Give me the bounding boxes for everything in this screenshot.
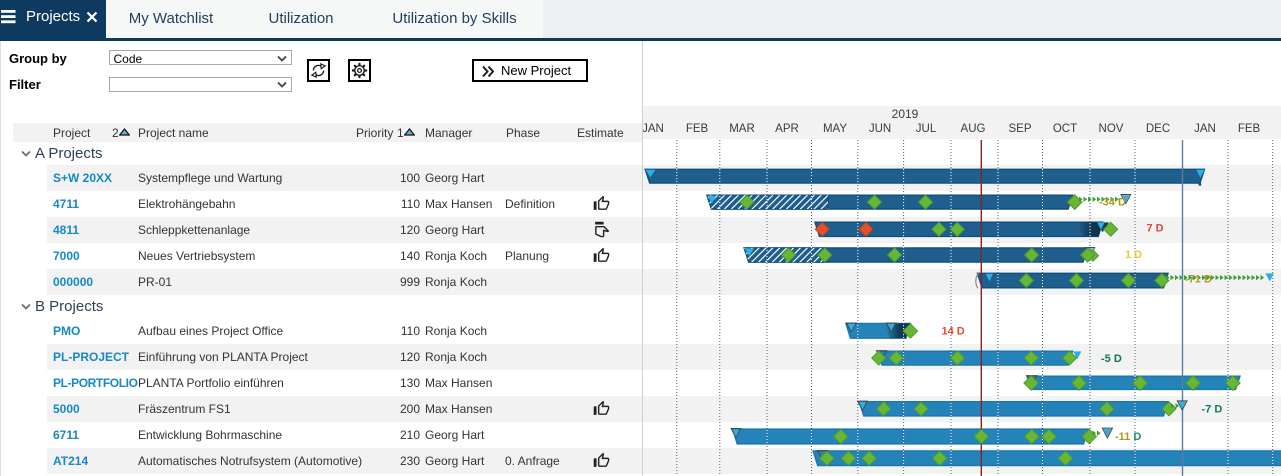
svg-text:1 D: 1 D: [1125, 249, 1142, 261]
svg-text:-7 D: -7 D: [1202, 403, 1223, 415]
svg-text:-34 D: -34 D: [1099, 197, 1126, 209]
svg-text:14 D: 14 D: [942, 326, 965, 338]
svg-text:-5 D: -5 D: [1101, 353, 1122, 365]
svg-text:-71 D: -71 D: [1185, 274, 1212, 286]
svg-text:7 D: 7 D: [1147, 222, 1164, 234]
svg-text:-11 D: -11 D: [1115, 431, 1141, 443]
